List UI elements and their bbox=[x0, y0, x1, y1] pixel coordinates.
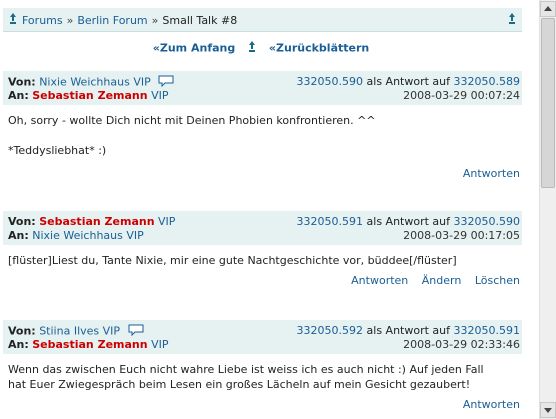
reply-to-link[interactable]: 332050.590 bbox=[454, 215, 520, 228]
post-id-link[interactable]: 332050.590 bbox=[297, 75, 363, 88]
reply-button[interactable]: Antworten bbox=[351, 274, 408, 287]
arrow-down-icon bbox=[544, 408, 552, 413]
vip-badge: VIP bbox=[151, 89, 169, 102]
author-link[interactable]: Sebastian Zemann bbox=[39, 215, 154, 228]
post-text-line: Oh, sorry - wollte Dich nicht mit Deinen… bbox=[8, 114, 376, 127]
post-from: Von: Nixie Weichhaus VIP bbox=[8, 75, 174, 90]
breadcrumb-bar: Forums » Berlin Forum » Small Talk #8 bbox=[3, 8, 522, 32]
from-label: Von: bbox=[8, 75, 36, 89]
author-link[interactable]: Stiina Ilves bbox=[39, 325, 99, 338]
post-body: Oh, sorry - wollte Dich nicht mit Deinen… bbox=[3, 105, 522, 158]
post-reference: 332050.590 als Antwort auf 332050.589 bbox=[297, 75, 520, 88]
post-id-link[interactable]: 332050.592 bbox=[297, 324, 363, 337]
vip-badge: VIP bbox=[133, 75, 151, 89]
pagination-nav: «Zum Anfang «Zurückblättern bbox=[0, 41, 522, 56]
from-label: Von: bbox=[8, 215, 36, 228]
post-text-line: [flüster]Liest du, Tante Nixie, mir eine… bbox=[8, 254, 457, 267]
reply-to-link[interactable]: 332050.589 bbox=[454, 75, 520, 88]
to-label: An: bbox=[8, 229, 29, 242]
vertical-scrollbar[interactable] bbox=[539, 0, 556, 419]
post-body: [flüster]Liest du, Tante Nixie, mir eine… bbox=[3, 245, 522, 268]
post-header: Von: Nixie Weichhaus VIP An: Sebastian Z… bbox=[3, 71, 522, 105]
arrow-up-icon bbox=[544, 6, 552, 11]
post-text-line: hat Euer Zwiegespräch beim Lesen ein gro… bbox=[8, 378, 471, 391]
breadcrumb: Forums » Berlin Forum » Small Talk #8 bbox=[8, 13, 237, 28]
post-actions: Antworten bbox=[3, 167, 522, 180]
post-timestamp: 2008-03-29 02:33:46 bbox=[403, 338, 520, 351]
post: Von: Nixie Weichhaus VIP An: Sebastian Z… bbox=[3, 71, 522, 180]
recipient-link[interactable]: Sebastian Zemann bbox=[32, 89, 147, 102]
post-timestamp: 2008-03-29 00:17:05 bbox=[403, 229, 520, 242]
post-actions: Antworten Ändern Löschen bbox=[3, 274, 522, 287]
author-link[interactable]: Nixie Weichhaus bbox=[39, 76, 130, 89]
breadcrumb-forums[interactable]: Forums bbox=[22, 14, 63, 27]
reply-button[interactable]: Antworten bbox=[463, 167, 520, 180]
post-reference: 332050.592 als Antwort auf 332050.591 bbox=[297, 324, 520, 337]
recipient-link[interactable]: Nixie Weichhaus bbox=[32, 229, 123, 242]
post-to: An: Sebastian Zemann VIP bbox=[8, 89, 168, 102]
vip-badge: VIP bbox=[158, 215, 176, 228]
from-label: Von: bbox=[8, 324, 36, 338]
reply-to-label: als Antwort auf bbox=[366, 324, 451, 337]
post-actions: Antworten bbox=[3, 398, 522, 411]
post-from: Von: Stiina Ilves VIP bbox=[8, 324, 144, 339]
reply-button[interactable]: Antworten bbox=[463, 398, 520, 411]
post-id-link[interactable]: 332050.591 bbox=[297, 215, 363, 228]
reply-to-label: als Antwort auf bbox=[366, 75, 451, 88]
forum-icon[interactable] bbox=[507, 13, 517, 28]
breadcrumb-separator: » bbox=[66, 14, 74, 27]
message-icon[interactable] bbox=[158, 75, 174, 90]
forum-icon bbox=[8, 13, 18, 28]
post: Von: Sebastian Zemann VIP An: Nixie Weic… bbox=[3, 211, 522, 287]
edit-button[interactable]: Ändern bbox=[422, 274, 462, 287]
reply-to-label: als Antwort auf bbox=[366, 215, 451, 228]
breadcrumb-current: Small Talk #8 bbox=[162, 14, 238, 27]
post-text-line: Wenn das zwischen Euch nicht wahre Liebe… bbox=[8, 363, 484, 376]
reply-to-link[interactable]: 332050.591 bbox=[454, 324, 520, 337]
scroll-up-button[interactable] bbox=[540, 1, 556, 17]
post-timestamp: 2008-03-29 00:07:24 bbox=[403, 89, 520, 102]
message-icon[interactable] bbox=[128, 324, 144, 339]
post-text-line: *Teddysliebhat* :) bbox=[8, 144, 107, 157]
post-header: Von: Sebastian Zemann VIP An: Nixie Weic… bbox=[3, 211, 522, 245]
vip-badge: VIP bbox=[151, 338, 169, 351]
post-from: Von: Sebastian Zemann VIP bbox=[8, 215, 175, 228]
post: Von: Stiina Ilves VIP An: Sebastian Zema… bbox=[3, 320, 522, 411]
previous-page-link[interactable]: «Zurückblättern bbox=[269, 42, 369, 55]
forum-icon bbox=[247, 41, 257, 56]
scroll-down-button[interactable] bbox=[540, 402, 556, 418]
post-header: Von: Stiina Ilves VIP An: Sebastian Zema… bbox=[3, 320, 522, 354]
first-page-link[interactable]: «Zum Anfang bbox=[153, 42, 235, 55]
scrollbar-thumb[interactable] bbox=[541, 18, 555, 188]
to-label: An: bbox=[8, 338, 29, 351]
post-body: Wenn das zwischen Euch nicht wahre Liebe… bbox=[3, 354, 522, 392]
delete-button[interactable]: Löschen bbox=[475, 274, 520, 287]
vip-badge: VIP bbox=[126, 229, 144, 242]
breadcrumb-separator: » bbox=[151, 14, 159, 27]
to-label: An: bbox=[8, 89, 29, 102]
post-to: An: Sebastian Zemann VIP bbox=[8, 338, 168, 351]
recipient-link[interactable]: Sebastian Zemann bbox=[32, 338, 147, 351]
forum-page: Forums » Berlin Forum » Small Talk #8 «Z… bbox=[0, 0, 538, 419]
breadcrumb-berlin-forum[interactable]: Berlin Forum bbox=[77, 14, 147, 27]
post-reference: 332050.591 als Antwort auf 332050.590 bbox=[297, 215, 520, 228]
vip-badge: VIP bbox=[102, 324, 121, 338]
post-to: An: Nixie Weichhaus VIP bbox=[8, 229, 144, 242]
